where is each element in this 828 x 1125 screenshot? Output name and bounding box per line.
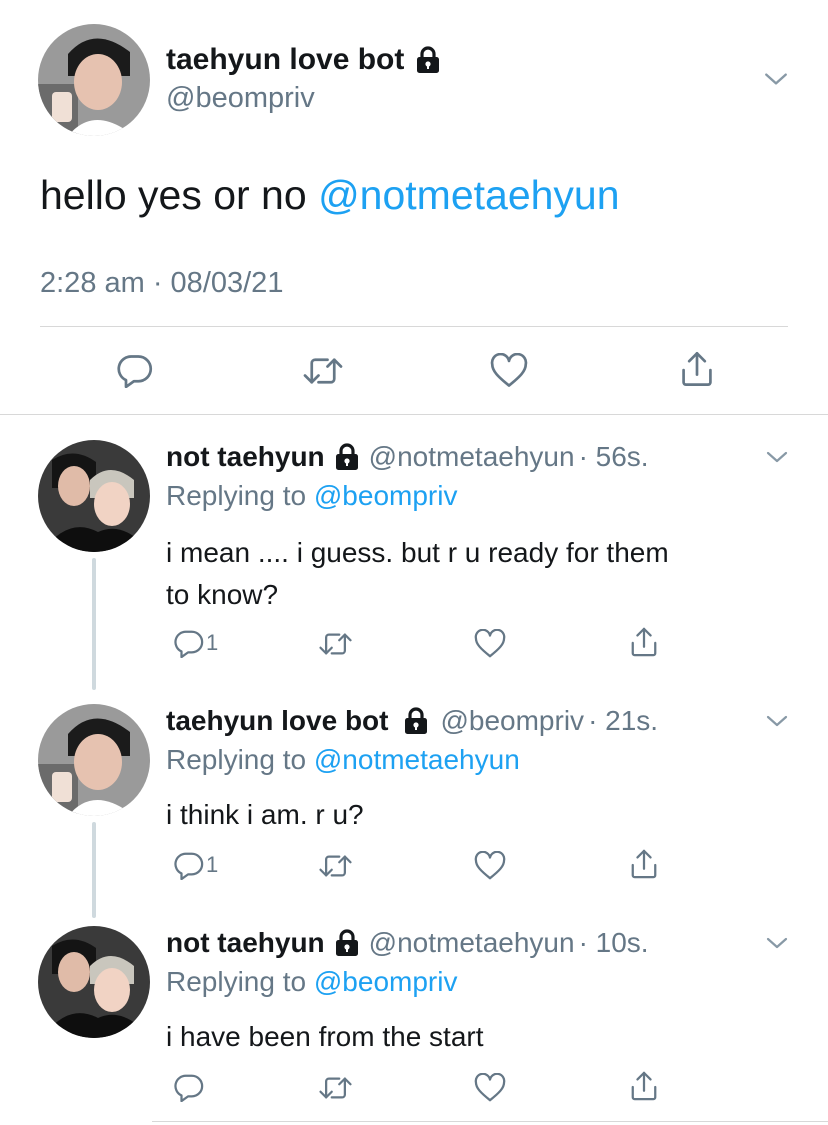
- tweet-body: hello yes or no: [40, 172, 319, 218]
- replying-to-link[interactable]: @beompriv: [314, 966, 458, 997]
- share-icon: [679, 350, 715, 388]
- divider: [152, 1121, 828, 1122]
- reply-text-line: to know?: [166, 579, 279, 610]
- reply-icon: [174, 628, 204, 658]
- lock-icon: [335, 929, 359, 957]
- replying-label: Replying to: [166, 480, 314, 511]
- thread-line: [92, 822, 96, 918]
- share-icon: [629, 1070, 659, 1102]
- more-options-chevron[interactable]: [765, 931, 789, 955]
- like-icon: [474, 851, 506, 881]
- avatar-reply[interactable]: [38, 926, 150, 1038]
- like-button[interactable]: [474, 1073, 506, 1103]
- tweet-text: hello yes or no @notmetaehyun: [40, 172, 620, 219]
- like-button[interactable]: [474, 629, 506, 659]
- retweet-icon: [318, 1073, 353, 1103]
- display-name[interactable]: taehyun love bot: [166, 705, 388, 737]
- thread-line: [92, 558, 96, 690]
- like-icon: [490, 353, 528, 389]
- like-button[interactable]: [474, 851, 506, 881]
- reply-count: 1: [206, 852, 219, 877]
- replying-to-link[interactable]: @notmetaehyun: [314, 744, 520, 775]
- retweet-icon: [302, 353, 344, 389]
- replying-to: Replying to @beompriv: [166, 966, 457, 998]
- retweet-button[interactable]: [318, 1073, 353, 1103]
- handle[interactable]: @beompriv: [166, 82, 315, 115]
- share-button[interactable]: [629, 1070, 659, 1102]
- handle[interactable]: @notmetaehyun: [369, 441, 575, 473]
- reply-text: i mean .... i guess. but r u ready for t…: [166, 532, 669, 616]
- retweet-button[interactable]: [318, 851, 353, 881]
- share-button[interactable]: [629, 626, 659, 658]
- share-button[interactable]: [679, 350, 715, 388]
- reply-button[interactable]: 1: [174, 850, 218, 880]
- handle[interactable]: @notmetaehyun: [369, 927, 575, 959]
- avatar-reply[interactable]: [38, 440, 150, 552]
- more-options-chevron[interactable]: [765, 709, 789, 733]
- chevron-down-icon: [765, 931, 789, 955]
- share-icon: [629, 848, 659, 880]
- reply-button[interactable]: [117, 352, 153, 388]
- display-name[interactable]: not taehyun: [166, 927, 325, 959]
- share-button[interactable]: [629, 848, 659, 880]
- retweet-button[interactable]: [302, 353, 344, 389]
- avatar-main[interactable]: [38, 24, 150, 136]
- lock-icon: [416, 46, 440, 74]
- handle[interactable]: @beompriv: [440, 705, 584, 737]
- more-options-chevron[interactable]: [765, 445, 789, 469]
- lock-icon: [404, 707, 428, 735]
- mention-link[interactable]: @notmetaehyun: [318, 172, 619, 218]
- reply-text: i think i am. r u?: [166, 794, 364, 836]
- chevron-down-icon: [763, 66, 789, 92]
- reply-count: 1: [206, 630, 219, 655]
- more-options-chevron[interactable]: [763, 66, 789, 92]
- divider: [40, 326, 788, 327]
- reply-button[interactable]: 1: [174, 628, 218, 658]
- replying-to: Replying to @beompriv: [166, 480, 457, 512]
- chevron-down-icon: [765, 445, 789, 469]
- reply-time[interactable]: · 10s.: [579, 927, 649, 959]
- reply-icon: [174, 1072, 204, 1102]
- replying-label: Replying to: [166, 966, 314, 997]
- replying-to: Replying to @notmetaehyun: [166, 744, 520, 776]
- reply-text-line: i have been from the start: [166, 1021, 484, 1052]
- reply-icon: [174, 850, 204, 880]
- like-button[interactable]: [490, 353, 528, 389]
- avatar-reply[interactable]: [38, 704, 150, 816]
- chevron-down-icon: [765, 709, 789, 733]
- replying-to-link[interactable]: @beompriv: [314, 480, 458, 511]
- like-icon: [474, 1073, 506, 1103]
- reply-time[interactable]: · 56s.: [579, 441, 649, 473]
- reply-text-line: i think i am. r u?: [166, 799, 364, 830]
- reply-icon: [117, 352, 153, 388]
- display-name[interactable]: taehyun love bot: [166, 43, 404, 77]
- retweet-button[interactable]: [318, 629, 353, 659]
- reply-button[interactable]: [174, 1072, 206, 1102]
- share-icon: [629, 626, 659, 658]
- lock-icon: [335, 443, 359, 471]
- retweet-icon: [318, 629, 353, 659]
- retweet-icon: [318, 851, 353, 881]
- reply-time[interactable]: · 21s.: [588, 705, 658, 737]
- reply-text: i have been from the start: [166, 1016, 484, 1058]
- like-icon: [474, 629, 506, 659]
- display-name[interactable]: not taehyun: [166, 441, 325, 473]
- divider: [0, 414, 828, 415]
- replying-label: Replying to: [166, 744, 314, 775]
- timestamp[interactable]: 2:28 am · 08/03/21: [40, 267, 283, 300]
- reply-text-line: i mean .... i guess. but r u ready for t…: [166, 537, 669, 568]
